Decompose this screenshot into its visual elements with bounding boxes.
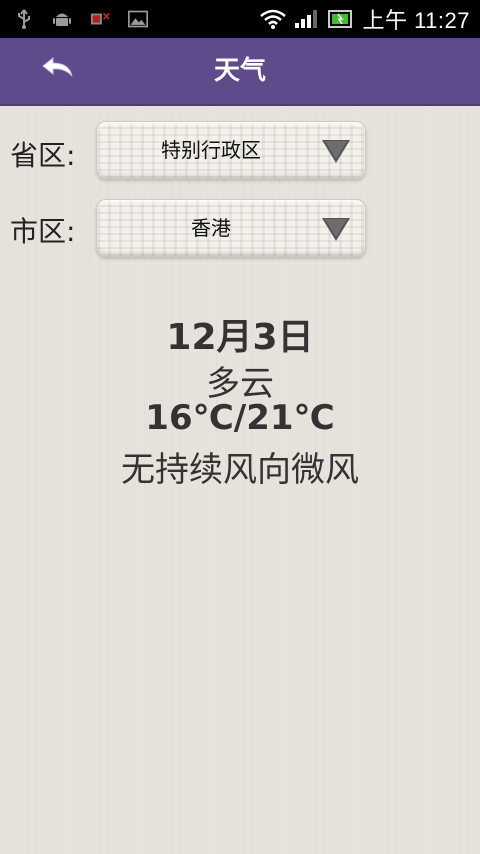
usb-icon <box>14 9 34 29</box>
dropdown-arrow-icon <box>321 216 351 242</box>
clock-time: 上午 11:27 <box>362 8 470 33</box>
city-selected-value: 香港 <box>191 216 231 240</box>
weather-temperature: 16℃/21℃ <box>145 398 335 438</box>
battery-icon <box>328 9 354 29</box>
dropdown-arrow-icon <box>321 138 351 164</box>
weather-date: 12月3日 <box>166 317 314 358</box>
wifi-icon <box>260 9 287 29</box>
image-icon <box>128 9 148 29</box>
city-dropdown[interactable]: 香港 <box>96 199 366 257</box>
android-icon <box>52 9 72 29</box>
status-bar: 上午 11:27 <box>0 0 480 38</box>
page-title: 天气 <box>213 56 266 86</box>
app-header: 天气 <box>0 38 480 106</box>
weather-wind: 无持续风向微风 <box>121 450 359 490</box>
city-label: 市区: <box>10 215 76 248</box>
province-label: 省区: <box>10 139 76 172</box>
province-selected-value: 特别行政区 <box>161 138 261 162</box>
status-bar-notifications <box>14 0 148 38</box>
province-dropdown[interactable]: 特别行政区 <box>96 121 366 179</box>
status-bar-system: 上午 11:27 <box>260 0 470 38</box>
sim-error-icon <box>90 9 110 29</box>
signal-icon <box>294 9 320 29</box>
